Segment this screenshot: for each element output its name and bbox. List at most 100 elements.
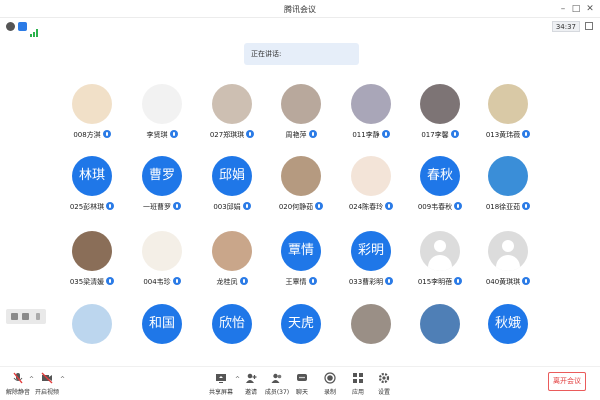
participant-name-text: 003邱娟: [213, 203, 241, 211]
layout-icon[interactable]: [22, 313, 29, 320]
participant-tile[interactable]: 015李明蓓: [405, 231, 475, 301]
participant-name-text: 024陈春玲: [348, 203, 384, 211]
participant-name: 周艳萍: [261, 130, 341, 140]
participant-tile[interactable]: 春秋 009韦春秋: [405, 156, 475, 226]
start-video-button[interactable]: 开启视频: [30, 372, 64, 396]
participant-name: 008方淇: [52, 130, 132, 140]
participant-tile[interactable]: 017李馨: [405, 84, 475, 154]
mic-icon: [315, 202, 324, 210]
participant-name-text: 004韦珍: [143, 278, 171, 286]
mic-icon: [454, 202, 463, 210]
participant-name-text: 王覃情: [285, 278, 307, 286]
participant-tile[interactable]: 035梁清媛: [57, 231, 127, 301]
participant-tile[interactable]: 曹罗 一班曹罗: [127, 156, 197, 226]
mic-icon: [450, 130, 459, 138]
participant-tile[interactable]: 覃情 王覃情: [266, 231, 336, 301]
participant-tile[interactable]: [336, 304, 406, 374]
mic-muted-icon: [13, 372, 23, 384]
mic-icon: [522, 202, 531, 210]
participant-name: 011李静: [331, 130, 411, 140]
floating-control[interactable]: [6, 309, 46, 324]
avatar: [212, 231, 252, 271]
participant-tile[interactable]: 李贤琪: [127, 84, 197, 154]
participant-tile[interactable]: 024陈春玲: [336, 156, 406, 226]
avatar: [420, 84, 460, 124]
mic-icon: [173, 202, 181, 210]
mic-icon: [246, 130, 255, 138]
mic-icon: [385, 277, 394, 285]
participant-name-text: 009韦春秋: [417, 203, 453, 211]
participant-name: 王覃情: [261, 277, 341, 287]
participant-tile[interactable]: 004韦珍: [127, 231, 197, 301]
avatar: [142, 84, 182, 124]
participant-tile[interactable]: 秋娥: [473, 304, 543, 374]
participant-tile[interactable]: 天虎: [266, 304, 336, 374]
avatar: 和国: [142, 304, 182, 344]
members-icon: [271, 373, 282, 383]
hand-icon[interactable]: [11, 313, 18, 320]
avatar: 邱娟: [212, 156, 252, 196]
participant-name-text: 013黄玮薇: [485, 131, 521, 139]
mic-icon: [169, 130, 178, 138]
mic-icon: [106, 202, 115, 210]
participant-name-text: 017李馨: [421, 131, 449, 139]
participant-tile[interactable]: 027郑琪琪: [197, 84, 267, 154]
invite-icon: [246, 373, 257, 383]
participant-name-text: 020何静茹: [278, 203, 314, 211]
chat-icon: [297, 374, 307, 381]
participant-tile[interactable]: 欣怡: [197, 304, 267, 374]
participant-name-text: 李贤琪: [146, 131, 168, 139]
participant-tile[interactable]: 040黄琪琪: [473, 231, 543, 301]
leave-meeting-button[interactable]: 离开会议: [548, 372, 586, 391]
avatar: 秋娥: [488, 304, 528, 344]
mic-icon: [381, 130, 390, 138]
avatar: [488, 84, 528, 124]
mic-icon: [308, 277, 317, 285]
participant-tile[interactable]: [405, 304, 475, 374]
avatar: 天虎: [281, 304, 321, 344]
participant-tile[interactable]: 林琪 025彭林琪: [57, 156, 127, 226]
meeting-window: 腾讯会议 – □ ✕ 34:37 正在讲话: 008方淇 李贤琪 027郑琪琪 周艳萍…: [0, 0, 600, 400]
participant-tile[interactable]: 011李静: [336, 84, 406, 154]
avatar: [142, 231, 182, 271]
video-off-icon: [41, 372, 53, 384]
avatar: [212, 84, 252, 124]
mic-icon: [242, 202, 251, 210]
avatar: 曹罗: [142, 156, 182, 196]
participant-tile[interactable]: 018徐亚茹: [473, 156, 543, 226]
participant-name: 李贤琪: [122, 130, 202, 140]
participant-grid: 008方淇 李贤琪 027郑琪琪 周艳萍 011李静 017李馨 013黄玮薇 林琪 025彭林…: [0, 0, 600, 400]
participant-tile[interactable]: 和国: [127, 304, 197, 374]
participant-name: 035梁清媛: [52, 277, 132, 287]
participant-tile[interactable]: 020何静茹: [266, 156, 336, 226]
participant-name-text: 040黄琪琪: [485, 278, 521, 286]
avatar: [351, 156, 391, 196]
default-avatar-icon: [420, 231, 460, 271]
participant-name: 003邱娟: [192, 202, 272, 212]
mic-icon: [308, 130, 317, 138]
participant-tile[interactable]: 013黄玮薇: [473, 84, 543, 154]
participant-tile[interactable]: 008方淇: [57, 84, 127, 154]
mic-icon: [239, 277, 248, 285]
avatar: [72, 231, 112, 271]
apps-icon: [353, 373, 363, 383]
video-options-caret-icon[interactable]: ^: [60, 376, 65, 383]
participant-tile[interactable]: 彩明 033曹彩明: [336, 231, 406, 301]
participant-tile[interactable]: 周艳萍: [266, 84, 336, 154]
settings-button[interactable]: 设置: [367, 372, 401, 396]
participant-name: 004韦珍: [122, 277, 202, 287]
participant-tile[interactable]: [57, 304, 127, 374]
participant-tile[interactable]: 邱娟 003邱娟: [197, 156, 267, 226]
gear-icon: [378, 372, 390, 384]
mic-icon: [454, 277, 463, 285]
participant-name: 020何静茹: [261, 202, 341, 212]
participant-name: 018徐亚茹: [468, 202, 548, 212]
share-screen-button[interactable]: 共享屏幕: [204, 372, 238, 396]
participant-name: 龙桂凤: [192, 277, 272, 287]
collapse-icon[interactable]: [36, 313, 40, 320]
participant-name-text: 龙桂凤: [216, 278, 238, 286]
participant-name-text: 011李静: [352, 131, 380, 139]
participant-tile[interactable]: 龙桂凤: [197, 231, 267, 301]
participant-name: 027郑琪琪: [192, 130, 272, 140]
participant-name: 040黄琪琪: [468, 277, 548, 287]
